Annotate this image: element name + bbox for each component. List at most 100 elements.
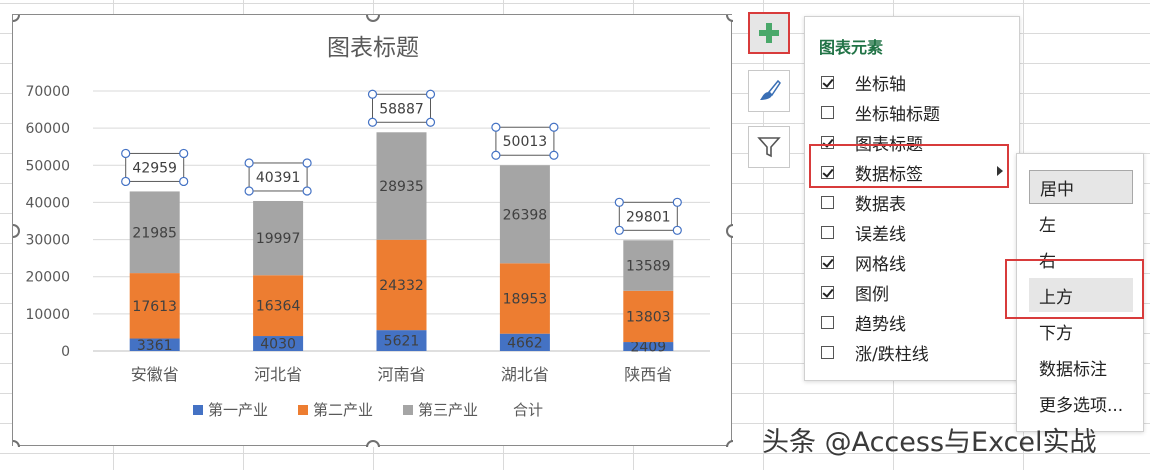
selection-handle [367,89,378,99]
checkbox-checked[interactable] [821,255,834,269]
data-label-option[interactable]: 右 [1029,242,1133,276]
data-label: 17613 [132,299,177,315]
plus-icon [759,23,779,43]
selection-handle [302,158,312,168]
checkbox-unchecked[interactable] [821,345,834,359]
chart-element-label: 坐标轴 [855,74,906,95]
data-label-option[interactable]: 上方 [1029,278,1133,312]
data-label: 28935 [379,179,424,195]
data-label-option[interactable]: 左 [1029,206,1133,240]
chart-element-item[interactable]: 数据表 [821,187,1011,217]
chart-element-item[interactable]: 数据标签 [821,157,1011,187]
data-labels-submenu: 居中左右上方 下方 数据标注 更多选项... [1016,153,1144,432]
data-label: 13803 [626,309,671,325]
selection-handle [121,148,131,159]
data-label: 5621 [384,334,420,350]
selection-handle [672,197,682,207]
x-tick-label: 河北省 [254,365,302,384]
y-tick-label: 20000 [25,270,70,286]
chart-element-label: 数据表 [855,194,906,215]
chart-filters-button[interactable] [748,126,790,168]
checkbox-unchecked[interactable] [821,225,834,239]
selection-handle [244,158,254,168]
watermark: 头条 @Access与Excel实战 [762,427,1097,458]
legend-label: 合计 [513,401,543,419]
data-label: 4662 [507,335,543,351]
stacked-column-chart[interactable]: 图表标题 0 10000 20000 30000 40000 50000 60000 70000… [13,15,733,447]
chart-element-label: 图例 [855,284,889,305]
data-label: 21985 [132,225,177,241]
chart-area[interactable]: 图表标题 0 10000 20000 30000 40000 50000 60000 70000… [12,14,733,447]
total-label: 40391 [256,170,301,186]
chart-elements-panel: 图表元素 坐标轴坐标轴标题图表标题数据标签数据表误差线 网格线图例 趋势线涨/跌柱线 [804,16,1020,381]
chart-element-label: 涨/跌柱线 [855,344,929,365]
data-label-option[interactable]: 数据标注 [1029,350,1133,384]
chart-resize-handle [726,15,733,22]
paintbrush-icon [760,79,781,100]
legend-swatch [403,405,413,415]
chart-element-label: 数据标签 [855,164,923,185]
data-label-option[interactable]: 更多选项... [1029,386,1133,420]
selection-handle [244,186,254,196]
checkbox-unchecked[interactable] [821,315,834,329]
chart-element-item[interactable]: 误差线 [821,217,1011,247]
panel-title: 图表元素 [819,38,884,57]
checkbox-checked[interactable] [821,165,834,179]
chart-resize-handle [726,440,733,447]
legend-swatch [193,405,203,415]
selection-handle [614,197,624,207]
chart-element-item[interactable]: 图例 [821,277,1011,307]
selection-handle [549,122,559,132]
checkbox-checked[interactable] [821,285,834,299]
legend-label: 第一产业 [208,401,268,419]
chart-resize-handle [13,15,20,22]
chart-resize-handle [13,440,20,447]
chart-element-item[interactable]: 坐标轴标题 [821,97,1011,127]
legend-swatch [298,405,308,415]
selection-handle [672,225,682,235]
selection-handle [549,150,559,160]
selection-handle [302,186,312,196]
selection-handle [425,89,436,99]
data-label: 19997 [256,231,301,247]
chart-element-item[interactable]: 图表标题 [821,127,1011,157]
selection-handle [614,225,624,235]
data-label: 26398 [503,207,548,223]
chart-element-item[interactable]: 涨/跌柱线 [821,337,1011,367]
data-label: 16364 [256,299,301,315]
checkbox-checked[interactable] [821,75,834,89]
selection-handle [367,117,378,127]
chart-elements-button[interactable] [748,12,790,54]
chart-resize-handle [726,224,733,238]
y-tick-label: 30000 [25,233,70,249]
y-tick-label: 10000 [25,307,70,323]
chart-element-label: 图表标题 [855,134,923,155]
selection-handle [491,122,501,132]
x-tick-label: 陕西省 [624,365,672,384]
x-tick-label: 安徽省 [131,365,179,384]
data-label: 3361 [137,338,173,354]
checkbox-unchecked[interactable] [821,105,834,119]
data-label-option[interactable]: 居中 [1029,170,1133,204]
selection-handle [491,150,501,160]
selection-handle [121,176,131,187]
chart-element-label: 误差线 [855,224,906,245]
checkbox-unchecked[interactable] [821,195,834,209]
chart-resize-handle [13,224,20,238]
checkbox-checked[interactable] [821,135,834,149]
chart-element-item[interactable]: 坐标轴 [821,67,1011,97]
chart-element-label: 坐标轴标题 [855,104,940,125]
chart-resize-handle [366,15,380,22]
total-label: 50013 [503,134,548,150]
chart-element-item[interactable]: 网格线 [821,247,1011,277]
chart-styles-button[interactable] [748,70,790,112]
data-label-option[interactable]: 下方 [1029,314,1133,348]
y-tick-label: 70000 [25,84,70,100]
chart-resize-handle [366,440,380,447]
y-tick-label: 40000 [25,195,70,211]
filter-icon [757,137,781,158]
total-label: 42959 [132,160,177,176]
chart-title: 图表标题 [327,35,419,61]
y-tick-label: 60000 [25,121,70,137]
chart-element-item[interactable]: 趋势线 [821,307,1011,337]
